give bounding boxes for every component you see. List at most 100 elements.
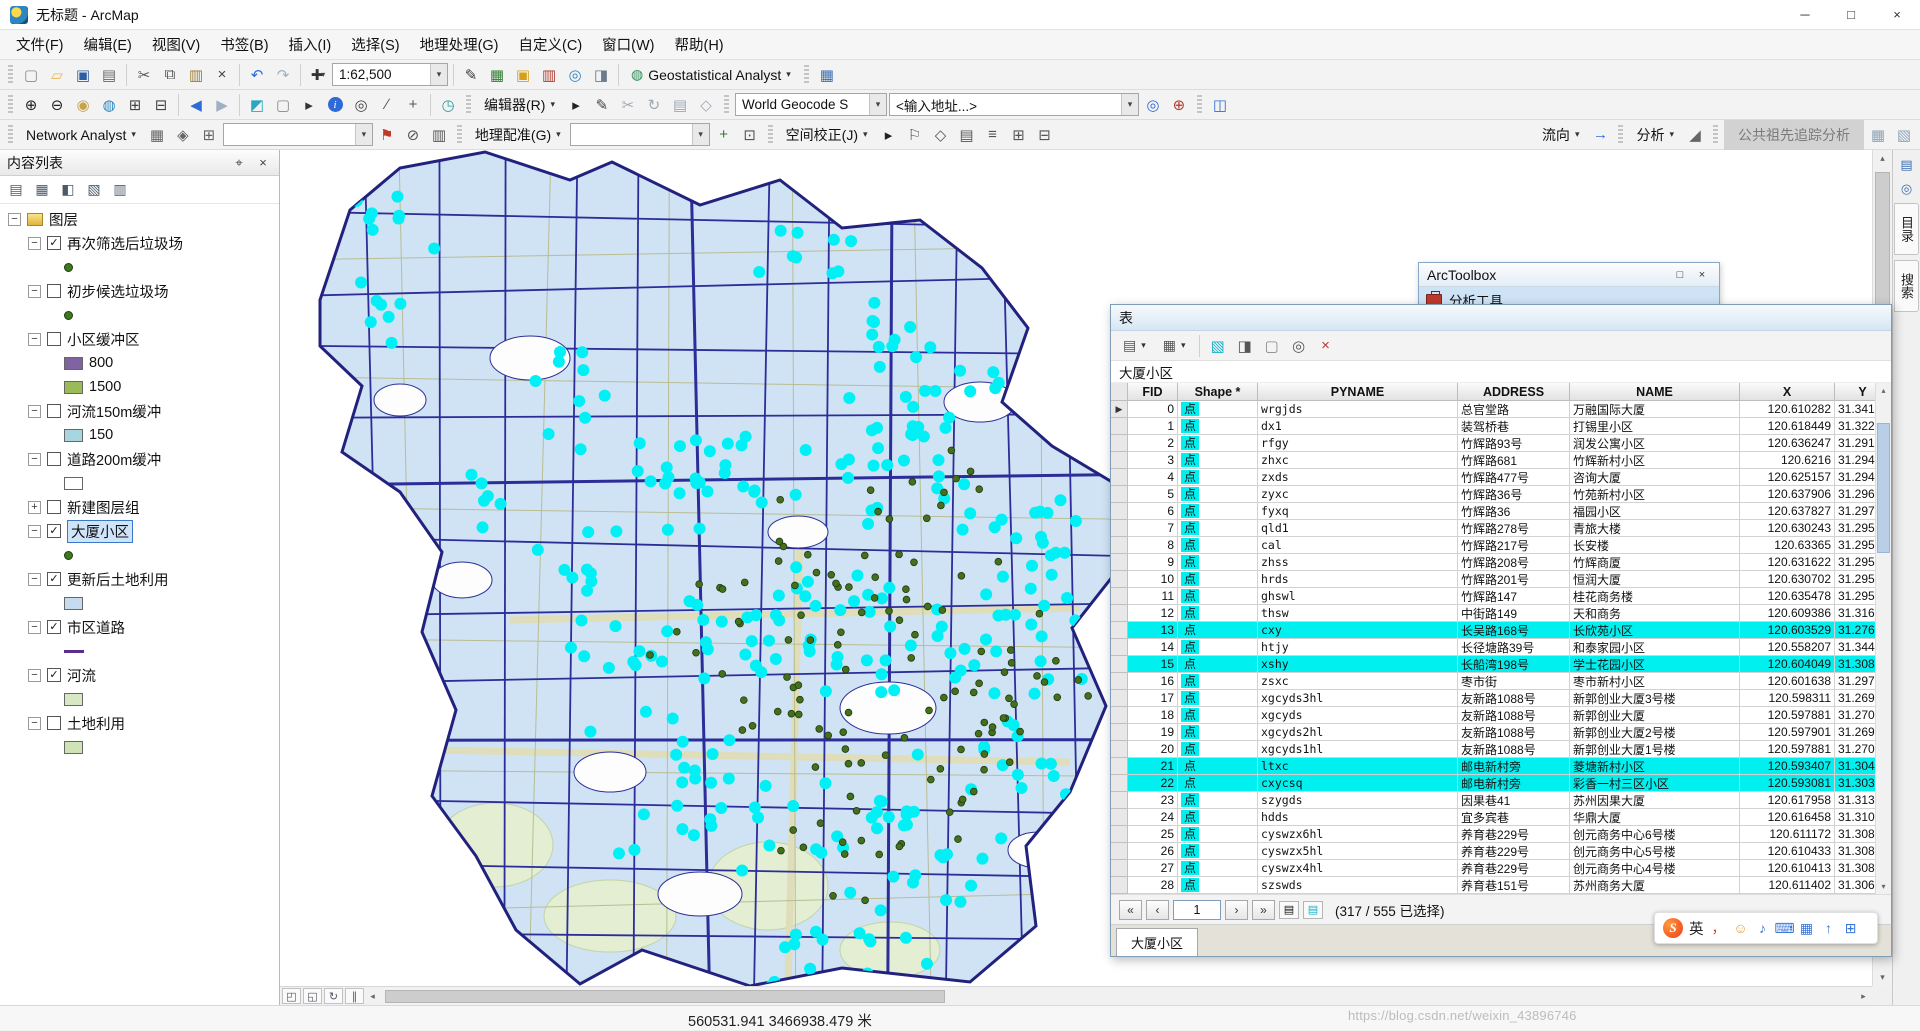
network-directions-icon[interactable]: ▥ — [427, 123, 451, 147]
network-build-icon[interactable]: ⊞ — [197, 123, 221, 147]
modify-link-icon[interactable]: ◇ — [929, 123, 953, 147]
address-input[interactable]: <输入地址...> ▾ — [888, 93, 1139, 116]
full-extent-icon[interactable]: ◍ — [97, 93, 121, 117]
arctoolbox-title-bar[interactable]: ArcToolbox □ × — [1419, 263, 1719, 287]
layer-label[interactable]: 1500 — [89, 379, 121, 395]
legend-symbol[interactable] — [64, 740, 83, 754]
collapse-icon[interactable]: − — [28, 332, 41, 346]
table-row[interactable]: 17 点 xgcyds3hl 友新路1088号 新郭创业大厦3号楼 120.598311 3… — [1111, 690, 1891, 707]
table-row[interactable]: 24 点 hdds 宜多宾巷 华鼎大厦 120.616458 31.3103 — [1111, 809, 1891, 826]
table-row[interactable]: 20 点 xgcyds1hl 友新路1088号 新郭创业大厦1号楼 120.597881 3… — [1111, 741, 1891, 758]
select-elements-icon[interactable]: ▸ — [297, 93, 321, 117]
toolbar-grip[interactable] — [8, 94, 13, 115]
row-selector[interactable] — [1111, 588, 1128, 605]
show-selected-records-icon[interactable]: ▤ — [1303, 900, 1323, 919]
previous-record-button[interactable]: ‹ — [1146, 899, 1169, 920]
first-record-button[interactable]: « — [1119, 899, 1142, 920]
collapse-icon[interactable]: − — [28, 524, 41, 538]
table-row[interactable]: 8 点 cal 竹辉路217号 长安楼 120.63365 31.2953 — [1111, 537, 1891, 554]
add-data-icon[interactable]: ✚ ▾ — [306, 63, 330, 87]
row-selector[interactable] — [1111, 486, 1128, 503]
measure-icon[interactable]: ∕ — [375, 93, 399, 117]
legend-symbol[interactable] — [0, 471, 279, 495]
layer-community-buffer[interactable]: − 小区缓冲区 — [0, 327, 279, 351]
python-window-icon[interactable]: ◨ — [589, 63, 613, 87]
table-row[interactable]: 22 点 cxycsq 邮电新村旁 彩香一村三区小区 120.593081 31.3038 — [1111, 775, 1891, 792]
row-selector[interactable] — [1111, 469, 1128, 486]
toc-close-icon[interactable]: × — [254, 154, 272, 172]
catalog-mini-icon[interactable]: ▤ — [1897, 155, 1916, 174]
scale-combo[interactable]: 1:62,500 ▾ — [332, 63, 448, 86]
table-row[interactable]: 26 点 cyswzx5hl 养育巷229号 创元商务中心5号楼 120.610433 31… — [1111, 843, 1891, 860]
network-barrier-icon[interactable]: ⊘ — [401, 123, 425, 147]
panel-tab-catalog[interactable]: 目录 — [1894, 203, 1919, 255]
cut-icon[interactable]: ✂ — [132, 63, 156, 87]
redo-icon[interactable]: ↷ — [271, 63, 295, 87]
table-row[interactable]: 25 点 cyswzx6hl 养育巷229号 创元商务中心6号楼 120.611172 31… — [1111, 826, 1891, 843]
soft-keyboard-icon[interactable]: ⌨ — [1774, 918, 1794, 938]
table-row[interactable]: 15 点 xshy 长船湾198号 学士花园小区 120.604049 31.3081 — [1111, 656, 1891, 673]
legend-symbol[interactable] — [64, 550, 73, 560]
toolbar-grip[interactable] — [8, 124, 13, 145]
row-selector[interactable] — [1111, 843, 1128, 860]
table-options-menu[interactable]: ▤ ▾ — [1116, 334, 1153, 357]
network-analyst-menu[interactable]: Network Analyst ▾ — [19, 124, 143, 146]
layer-rescreened-landfill[interactable]: − ✓ 再次筛选后垃圾场 — [0, 231, 279, 255]
edit-arrow-icon[interactable]: ▸ — [564, 93, 588, 117]
network-layer-combo[interactable]: ▾ — [222, 123, 373, 146]
table-row[interactable]: 11 点 ghswl 竹辉路147 桂花商务楼 120.635478 31.2955 — [1111, 588, 1891, 605]
legend-symbol[interactable] — [64, 262, 73, 272]
scroll-down-icon[interactable]: ▾ — [1876, 879, 1891, 894]
layer-road-200m-buffer[interactable]: − 道路200m缓冲 — [0, 447, 279, 471]
close-button[interactable]: × — [1874, 0, 1920, 29]
scroll-up-icon[interactable]: ▴ — [1873, 150, 1892, 167]
layer-building-community[interactable]: − ✓ 大厦小区 — [0, 519, 279, 543]
current-record-input[interactable]: 1 — [1173, 899, 1221, 920]
scrollbar-thumb[interactable] — [385, 989, 945, 1003]
layer-visibility-checkbox[interactable] — [47, 332, 61, 346]
menu-edit[interactable]: 编辑(E) — [74, 29, 142, 60]
toolbar-grip[interactable] — [1713, 124, 1718, 145]
delete-selected-icon[interactable]: × — [1314, 334, 1338, 358]
locate-address-icon[interactable]: ◎ — [1141, 93, 1165, 117]
chevron-down-icon[interactable]: ▾ — [430, 64, 447, 85]
layer-label[interactable]: 大厦小区 — [67, 519, 133, 543]
row-selector[interactable] — [1111, 418, 1128, 435]
sogou-logo-icon[interactable]: S — [1663, 918, 1683, 938]
row-selector[interactable] — [1111, 690, 1128, 707]
pause-drawing-button[interactable]: ∥ — [345, 988, 364, 1004]
table-row[interactable]: 9 点 zhss 竹辉路208号 竹辉商厦 120.631622 31.2957 — [1111, 554, 1891, 571]
input-mode-toggle[interactable]: 英 — [1689, 918, 1704, 939]
emoji-icon[interactable]: ☺ — [1732, 918, 1750, 938]
menu-customize[interactable]: 自定义(C) — [509, 29, 593, 60]
legend-symbol[interactable] — [0, 255, 279, 279]
sketch-tool-icon[interactable]: ✎ — [590, 93, 614, 117]
delete-icon[interactable]: × — [210, 63, 234, 87]
table-row[interactable]: 4 点 zxds 竹辉路477号 咨询大厦 120.625157 31.2947 — [1111, 469, 1891, 486]
list-by-visibility-icon[interactable]: ◧ — [57, 179, 79, 201]
map-horizontal-scrollbar[interactable]: ◰ ◱ ↻ ∥ ◂ ▸ — [280, 986, 1872, 1005]
legend-symbol[interactable]: 150 — [0, 423, 279, 447]
layer-label[interactable]: 河流150m缓冲 — [67, 401, 161, 422]
chevron-down-icon[interactable]: ▾ — [868, 94, 886, 115]
sketch-properties-icon[interactable]: ◇ — [694, 93, 718, 117]
layer-visibility-checkbox[interactable]: ✓ — [47, 620, 61, 634]
toolbar-grip[interactable] — [466, 94, 471, 115]
layer-updated-landuse[interactable]: − ✓ 更新后土地利用 — [0, 567, 279, 591]
menu-window[interactable]: 窗口(W) — [592, 29, 664, 60]
layer-label[interactable]: 初步候选垃圾场 — [67, 281, 169, 302]
flow-arrow-icon[interactable]: → — [1588, 123, 1612, 147]
next-record-button[interactable]: › — [1225, 899, 1248, 920]
identify-icon[interactable]: i — [323, 93, 347, 117]
layer-city-roads[interactable]: − ✓ 市区道路 — [0, 615, 279, 639]
analysis-tool-icon[interactable]: ◢ — [1683, 123, 1707, 147]
column-header-name[interactable]: NAME — [1570, 383, 1740, 401]
legend-symbol[interactable] — [64, 310, 73, 320]
network-dataset-icon[interactable]: ▦ — [145, 123, 169, 147]
row-selector[interactable] — [1111, 537, 1128, 554]
menu-selection[interactable]: 选择(S) — [341, 29, 409, 60]
collapse-icon[interactable]: − — [28, 620, 41, 634]
forward-extent-icon[interactable]: ▶ — [210, 93, 234, 117]
column-header-address[interactable]: ADDRESS — [1458, 383, 1570, 401]
menu-bookmarks[interactable]: 书签(B) — [210, 29, 278, 60]
